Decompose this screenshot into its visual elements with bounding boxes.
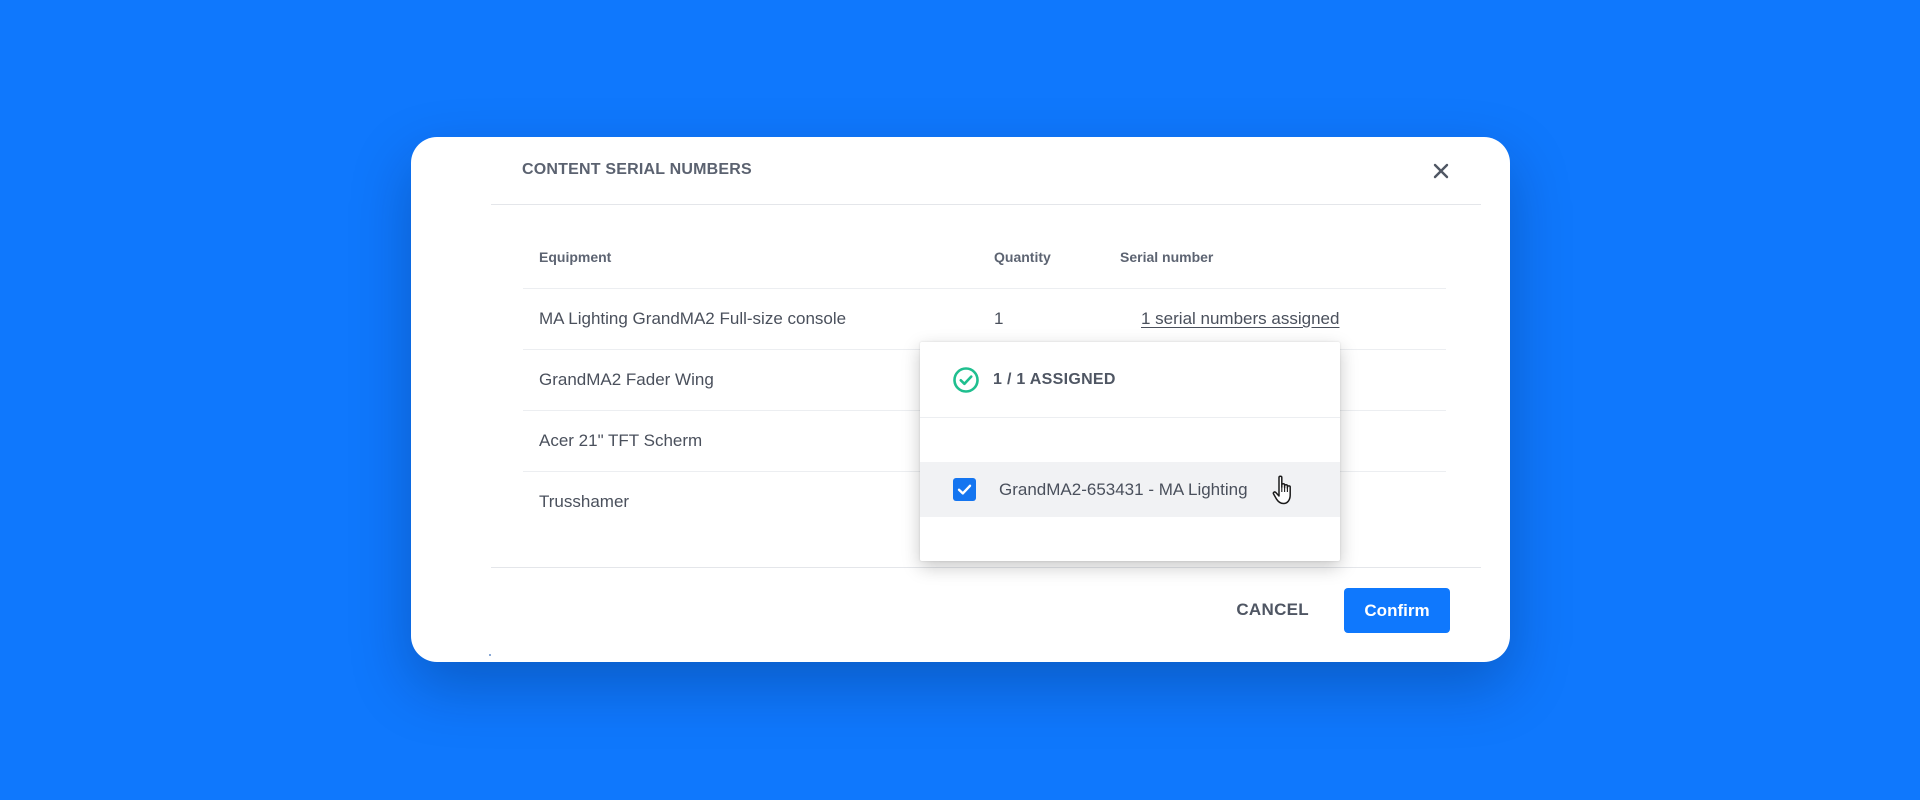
serial-number-popover: 1 / 1 ASSIGNED GrandMA2-653431 - MA Ligh…: [920, 342, 1340, 561]
equipment-name: GrandMA2 Fader Wing: [539, 370, 714, 389]
serial-option-label: GrandMA2-653431 - MA Lighting: [999, 480, 1248, 499]
serial-numbers-link-text[interactable]: 1 serial numbers assigned: [1141, 309, 1339, 328]
serial-option[interactable]: GrandMA2-653431 - MA Lighting: [920, 462, 1340, 517]
dialog-footer: CANCEL Confirm: [491, 567, 1481, 662]
equipment-quantity: 1: [994, 309, 1004, 328]
popover-header: 1 / 1 ASSIGNED: [920, 342, 1340, 418]
column-header-quantity: Quantity: [994, 249, 1051, 265]
dialog-title: CONTENT SERIAL NUMBERS: [522, 161, 752, 178]
dialog-header: CONTENT SERIAL NUMBERS: [491, 137, 1481, 205]
column-header-serial-number: Serial number: [1120, 249, 1214, 265]
serial-checkbox[interactable]: [953, 478, 976, 501]
equipment-name: MA Lighting GrandMA2 Full-size console: [539, 309, 847, 328]
serial-numbers-link[interactable]: 1 serial numbers assigned: [1141, 289, 1339, 349]
confirm-button[interactable]: Confirm: [1344, 588, 1450, 633]
equipment-name: Acer 21" TFT Scherm: [539, 431, 703, 450]
stray-dot: [489, 654, 491, 656]
cancel-button[interactable]: CANCEL: [1222, 588, 1323, 632]
assigned-status: 1 / 1 ASSIGNED: [993, 371, 1116, 388]
equipment-name: Trusshamer: [539, 492, 630, 511]
hand-cursor-icon: [1270, 473, 1300, 512]
table-row: MA Lighting GrandMA2 Full-size console 1…: [523, 289, 1446, 350]
table-header: Equipment Quantity Serial number: [523, 229, 1446, 289]
close-icon[interactable]: [1429, 159, 1453, 183]
column-header-equipment: Equipment: [539, 249, 612, 265]
check-circle-icon: [952, 366, 980, 399]
